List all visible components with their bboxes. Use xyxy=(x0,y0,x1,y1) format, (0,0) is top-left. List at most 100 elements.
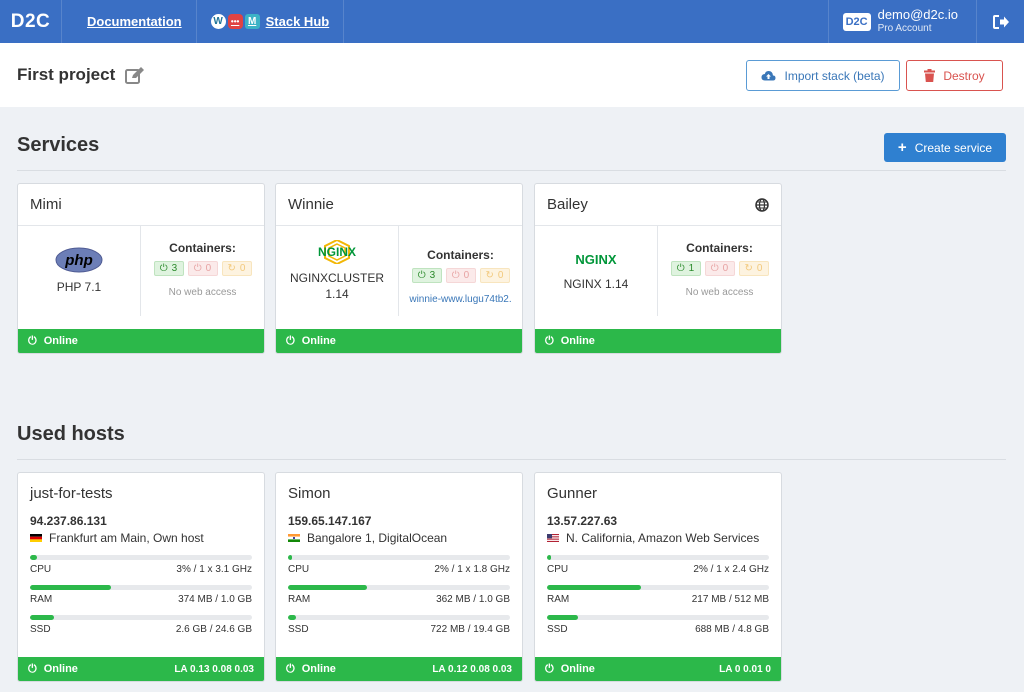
host-location: Frankfurt am Main, Own host xyxy=(30,531,252,545)
edit-icon[interactable] xyxy=(125,66,145,84)
status-text: Online xyxy=(560,663,595,675)
logout-button[interactable] xyxy=(976,0,1024,43)
host-card-simon[interactable]: Simon 159.65.147.167 Bangalore 1, Digita… xyxy=(275,472,523,682)
create-service-label: Create service xyxy=(914,140,993,155)
status-bar: ⏻ Online LA 0.13 0.08 0.03 xyxy=(18,657,264,681)
restarting-value: 0 xyxy=(756,263,763,274)
running-count[interactable]: ⏻ 3 xyxy=(153,261,184,276)
ram-value: 374 MB / 1.0 GB xyxy=(178,594,252,605)
host-name[interactable]: just-for-tests xyxy=(30,485,113,502)
power-icon: ⏻ xyxy=(451,270,460,281)
containers-label: Containers: xyxy=(686,241,753,255)
host-location-text: Bangalore 1, DigitalOcean xyxy=(307,531,448,545)
ram-meter: RAM 374 MB / 1.0 GB xyxy=(30,585,252,605)
stopped-count[interactable]: ⏻ 0 xyxy=(187,261,218,276)
services-heading: Services xyxy=(17,134,100,156)
service-card-header: Mimi xyxy=(18,184,264,226)
m-icon: M xyxy=(244,14,260,29)
stopped-count[interactable]: ⏻ 0 xyxy=(704,261,735,276)
account-logo: D2C xyxy=(842,12,871,31)
ram-bar xyxy=(30,585,112,590)
trash-icon xyxy=(924,69,936,82)
account-menu[interactable]: D2C demo@d2c.io Pro Account xyxy=(827,0,976,43)
flag-india-icon xyxy=(288,534,300,542)
ssd-label: SSD xyxy=(547,624,568,635)
stack-hub-link[interactable]: W ••• M Stack Hub xyxy=(197,0,345,43)
status-bar: ⏻ Online xyxy=(18,329,264,353)
ram-meter: RAM 362 MB / 1.0 GB xyxy=(288,585,510,605)
ssd-meter: SSD 722 MB / 19.4 GB xyxy=(288,615,510,635)
load-average: LA 0.13 0.08 0.03 xyxy=(174,663,254,675)
service-card-bailey[interactable]: Bailey NGINX NGINX 1.14 Containers: ⏻ 1 ⏻… xyxy=(534,183,782,354)
host-location: N. California, Amazon Web Services xyxy=(547,531,769,545)
ram-meter: RAM 217 MB / 512 MB xyxy=(547,585,769,605)
ram-value: 217 MB / 512 MB xyxy=(691,594,769,605)
cpu-meter: CPU 2% / 1 x 1.8 GHz xyxy=(288,555,510,575)
host-name[interactable]: Gunner xyxy=(547,485,597,502)
running-count[interactable]: ⏻ 3 xyxy=(411,268,442,283)
restarting-count[interactable]: ↻ 0 xyxy=(479,268,510,283)
create-service-button[interactable]: + Create service xyxy=(884,133,1006,162)
globe-icon[interactable] xyxy=(755,197,769,212)
ram-label: RAM xyxy=(30,594,53,605)
service-card-header: Bailey xyxy=(535,184,781,226)
services-divider xyxy=(17,170,1006,171)
power-icon: ⏻ xyxy=(159,263,168,274)
service-name[interactable]: Winnie xyxy=(288,196,334,213)
status-bar: ⏻ Online LA 0 0.01 0 xyxy=(535,657,781,681)
status-text: Online xyxy=(43,663,78,675)
ram-label: RAM xyxy=(547,594,570,605)
power-icon: ⏻ xyxy=(710,263,719,274)
running-count[interactable]: ⏻ 1 xyxy=(670,261,701,276)
containers-label: Containers: xyxy=(427,248,494,262)
cpu-bar xyxy=(30,555,37,560)
account-email: demo@d2c.io xyxy=(877,6,958,22)
ssd-bar xyxy=(288,615,296,620)
host-card-header: Simon xyxy=(276,473,522,513)
destroy-button[interactable]: Destroy xyxy=(906,60,1003,91)
ssd-meter: SSD 2.6 GB / 24.6 GB xyxy=(30,615,252,635)
service-version: NGINXCLUSTER 1.14 xyxy=(289,271,384,301)
destroy-label: Destroy xyxy=(943,68,985,83)
host-ip: 13.57.227.63 xyxy=(547,514,618,528)
restarting-count[interactable]: ↻ 0 xyxy=(738,261,769,276)
refresh-icon: ↻ xyxy=(485,270,494,281)
restarting-count[interactable]: ↻ 0 xyxy=(221,261,252,276)
stopped-value: 0 xyxy=(722,263,729,274)
documentation-link[interactable]: Documentation xyxy=(62,0,197,43)
host-name[interactable]: Simon xyxy=(288,485,331,502)
power-icon: ⏻ xyxy=(545,334,554,347)
ssd-meter: SSD 688 MB / 4.8 GB xyxy=(547,615,769,635)
project-title: First project xyxy=(17,65,116,84)
d2c-logo[interactable]: D2C xyxy=(0,0,62,43)
web-access-link[interactable]: winnie-www.lugu74tb2. xyxy=(409,294,511,305)
host-location-text: Frankfurt am Main, Own host xyxy=(49,531,204,545)
service-name[interactable]: Bailey xyxy=(547,196,588,213)
service-name[interactable]: Mimi xyxy=(30,196,62,213)
wordpress-icon: W xyxy=(210,14,226,29)
stopped-count[interactable]: ⏻ 0 xyxy=(445,268,476,283)
web-access-status: No web access xyxy=(685,287,754,298)
host-card-just-for-tests[interactable]: just-for-tests 94.237.86.131 Frankfurt a… xyxy=(17,472,265,682)
host-card-gunner[interactable]: Gunner 13.57.227.63 N. California, Amazo… xyxy=(534,472,782,682)
ram-label: RAM xyxy=(288,594,311,605)
import-stack-button[interactable]: Import stack (beta) xyxy=(746,60,900,91)
flag-germany-icon xyxy=(30,534,42,542)
power-icon: ⏻ xyxy=(193,263,202,274)
status-text: Online xyxy=(560,335,595,347)
status-bar: ⏻ Online xyxy=(535,329,781,353)
project-title-wrap: First project xyxy=(17,65,145,85)
host-ip: 159.65.147.167 xyxy=(288,514,372,528)
host-location-text: N. California, Amazon Web Services xyxy=(566,531,760,545)
containers-label: Containers: xyxy=(169,241,236,255)
power-icon: ⏻ xyxy=(545,662,554,675)
service-card-winnie[interactable]: Winnie NGINX NGINXCLUSTER 1.14 Container… xyxy=(275,183,523,354)
cpu-meter: CPU 2% / 1 x 2.4 GHz xyxy=(547,555,769,575)
used-hosts-heading: Used hosts xyxy=(17,423,125,445)
hosts-divider xyxy=(17,459,1006,460)
ssd-bar xyxy=(30,615,54,620)
restarting-value: 0 xyxy=(239,263,246,274)
ssd-value: 688 MB / 4.8 GB xyxy=(695,624,769,635)
service-card-mimi[interactable]: Mimi php PHP 7.1 Containers: ⏻ 3 ⏻ 0 ↻ 0 No… xyxy=(17,183,265,354)
load-average: LA 0 0.01 0 xyxy=(719,663,771,675)
